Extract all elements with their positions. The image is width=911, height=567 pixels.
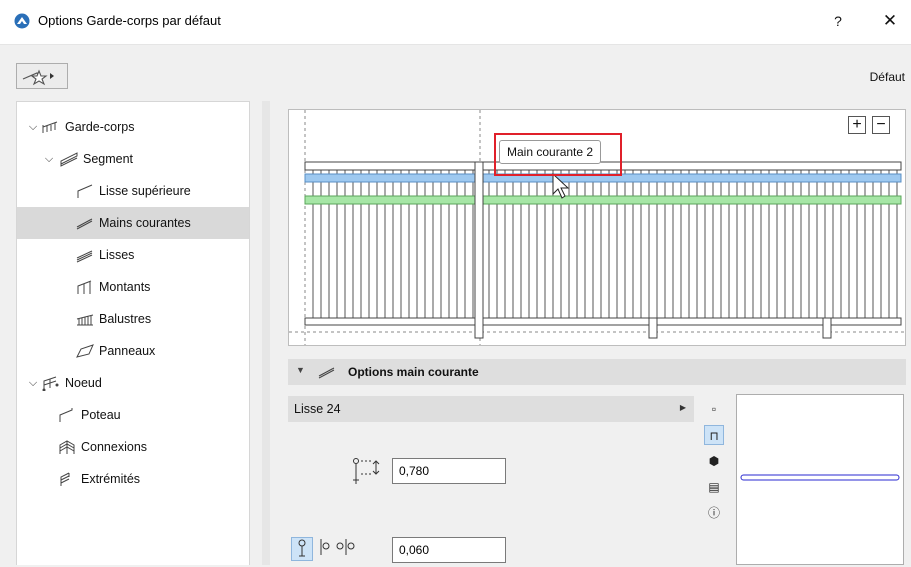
tree-item-label: Montants xyxy=(99,280,151,294)
railing-icon xyxy=(42,121,58,133)
info-icon: ⓘ xyxy=(707,506,720,520)
tree-item-panneaux[interactable]: Panneaux xyxy=(17,335,249,367)
profile-selector[interactable]: Lisse 24 ▶ xyxy=(288,396,694,422)
tree-item-segment[interactable]: ⌵ Segment xyxy=(17,143,249,175)
tree-item-connexions[interactable]: Connexions xyxy=(17,431,249,463)
tree-item-montants[interactable]: Montants xyxy=(17,271,249,303)
tree-item-label: Poteau xyxy=(81,408,121,422)
chevron-right-icon: ▶ xyxy=(679,403,686,412)
profile-preview-drawing xyxy=(740,474,900,481)
ends-settings-button[interactable]: ▤ xyxy=(704,477,724,497)
zoom-out-button[interactable]: − xyxy=(872,116,890,134)
tree-item-extremites[interactable]: Extrémités xyxy=(17,463,249,495)
pin-right-icon xyxy=(336,539,355,555)
tree-item-label: Lisse supérieure xyxy=(99,184,191,198)
tree-item-label: Lisses xyxy=(99,248,135,262)
connections-icon xyxy=(59,440,75,454)
pin-left-button[interactable] xyxy=(291,537,313,561)
handrail-profile-button[interactable]: ⊓ xyxy=(704,425,724,445)
plain-profile-button[interactable]: ▫ xyxy=(704,399,724,419)
tree-item-label: Mains courantes xyxy=(99,216,191,230)
help-button[interactable]: ? xyxy=(826,8,850,34)
height-offset-icon xyxy=(353,458,380,484)
tree-item-balustres[interactable]: Balustres xyxy=(17,303,249,335)
ends-settings-icon: ▤ xyxy=(708,480,720,494)
balusters-icon xyxy=(76,314,94,326)
ends-icon xyxy=(60,472,70,486)
favorites-button[interactable] xyxy=(16,63,68,89)
plain-profile-icon: ▫ xyxy=(711,402,717,416)
tree-item-poteau[interactable]: Poteau xyxy=(17,399,249,431)
tree-item-noeud[interactable]: ⌵ Noeud xyxy=(17,367,249,399)
handrail-profile-icon: ⊓ xyxy=(709,429,719,443)
height-input[interactable] xyxy=(392,458,506,484)
tree-item-garde-corps[interactable]: ⌵ Garde-corps xyxy=(17,111,249,143)
zoom-in-button[interactable]: + xyxy=(848,116,866,134)
material-button[interactable]: ⬢ xyxy=(704,451,724,471)
tree-item-label: Segment xyxy=(83,152,134,166)
posts-icon xyxy=(77,280,92,294)
callout-highlight-box xyxy=(494,133,622,176)
handrail-icon xyxy=(318,367,335,379)
segment-icon xyxy=(60,152,78,167)
section-title: Options main courante xyxy=(348,365,479,379)
favorites-star-icon xyxy=(22,69,54,86)
panel-splitter[interactable] xyxy=(262,101,270,565)
offset-input[interactable] xyxy=(392,537,506,563)
tree-item-label: Balustres xyxy=(99,312,152,326)
info-button[interactable]: ⓘ xyxy=(704,503,724,523)
tree-item-lisses[interactable]: Lisses xyxy=(17,239,249,271)
material-cube-icon: ⬢ xyxy=(708,454,720,468)
pin-left-icon xyxy=(298,539,306,557)
top-rail-icon xyxy=(77,184,93,198)
tree-item-label: Noeud xyxy=(65,376,102,390)
section-header-options[interactable]: ▼ Options main courante xyxy=(288,359,906,385)
rails-icon xyxy=(76,250,93,263)
window-title: Options Garde-corps par défaut xyxy=(38,13,221,28)
node-icon xyxy=(42,376,59,391)
chevron-down-icon[interactable]: ⌵ xyxy=(43,143,55,175)
close-button[interactable]: ✕ xyxy=(876,8,904,34)
archicad-app-icon xyxy=(14,13,30,29)
settings-tree: ⌵ Garde-corps ⌵ Segment Lisse supérieure… xyxy=(16,101,250,565)
profile-preview xyxy=(736,394,904,565)
tree-item-label: Panneaux xyxy=(99,344,156,358)
chevron-down-icon[interactable]: ⌵ xyxy=(27,111,39,143)
chevron-down-icon[interactable]: ⌵ xyxy=(27,367,39,399)
pin-center-icon xyxy=(320,539,330,555)
tree-item-label: Extrémités xyxy=(81,472,141,486)
panels-icon xyxy=(76,344,94,358)
pin-right-button[interactable] xyxy=(335,537,357,561)
preset-label: Défaut xyxy=(869,70,905,84)
tree-item-label: Garde-corps xyxy=(65,120,135,134)
tree-item-mains-courantes[interactable]: Mains courantes xyxy=(17,207,249,239)
collapse-triangle-icon[interactable]: ▼ xyxy=(296,365,305,375)
tree-item-lisse-superieure[interactable]: Lisse supérieure xyxy=(17,175,249,207)
post-icon xyxy=(59,408,73,422)
handrail-icon xyxy=(76,218,93,230)
pin-center-button[interactable] xyxy=(313,537,335,561)
tree-item-label: Connexions xyxy=(81,440,148,454)
profile-value: Lisse 24 xyxy=(294,402,341,416)
